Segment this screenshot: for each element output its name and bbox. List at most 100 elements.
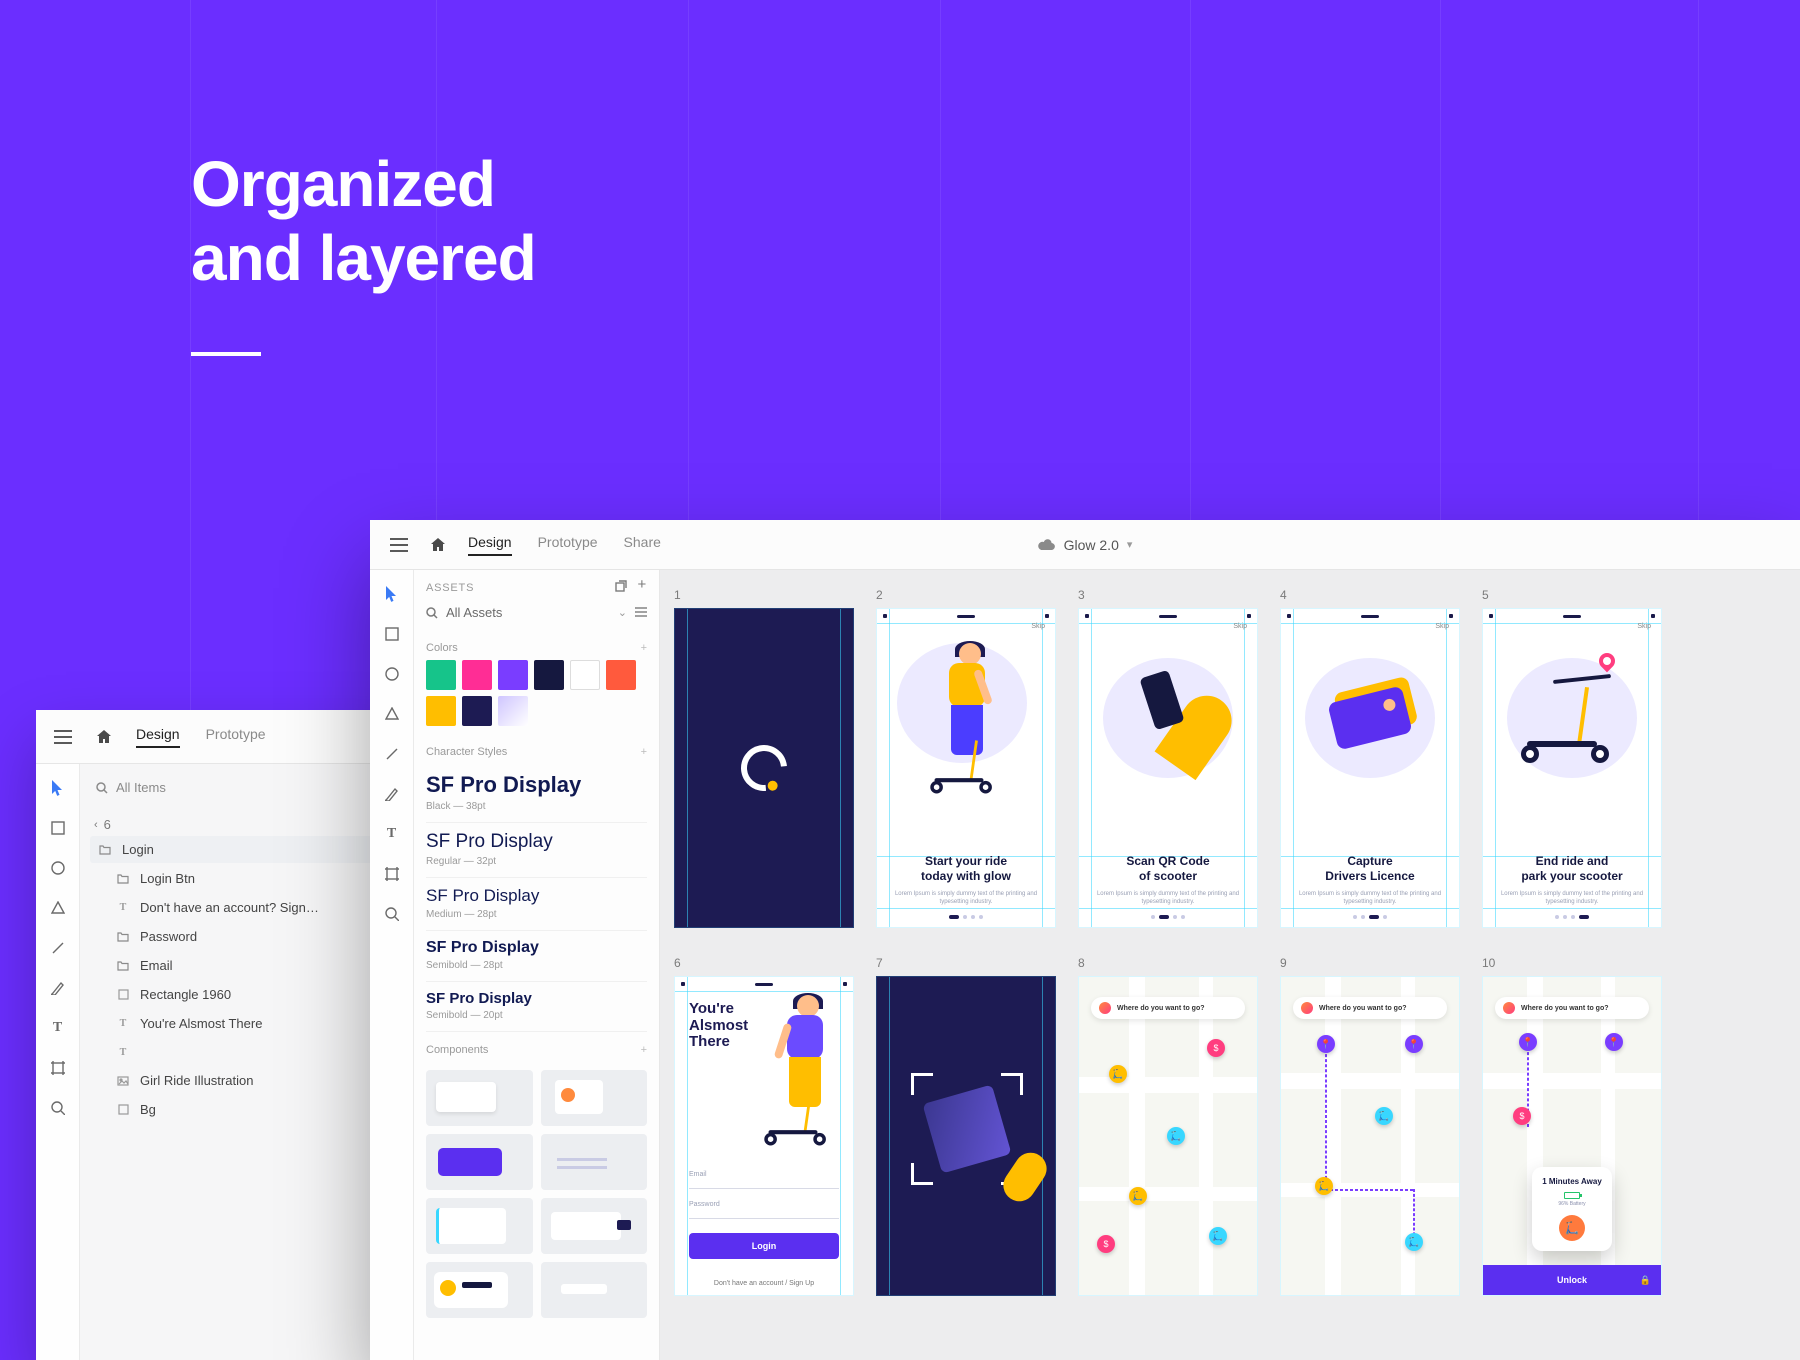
map-search[interactable]: Where do you want to go? [1091, 997, 1245, 1019]
layer-row[interactable]: Rectangle 1960 [90, 981, 406, 1008]
select-tool-icon[interactable] [48, 778, 68, 798]
artboard-onboarding[interactable]: Skip Capture Drivers Licence Lorem Ipsum… [1280, 608, 1460, 928]
home-icon[interactable] [430, 537, 446, 553]
tab-share[interactable]: Share [624, 534, 661, 556]
component-thumb[interactable] [541, 1198, 648, 1254]
zoom-tool-icon[interactable] [48, 1098, 68, 1118]
polygon-tool-icon[interactable] [382, 704, 402, 724]
layer-row[interactable]: Login [90, 836, 406, 863]
artboard-splash[interactable] [674, 608, 854, 928]
text-tool-icon[interactable]: T [382, 824, 402, 844]
skip-link[interactable]: Skip [1233, 623, 1247, 630]
polygon-tool-icon[interactable] [48, 898, 68, 918]
character-style[interactable]: SF Pro DisplayMedium — 28pt [426, 878, 647, 931]
tab-prototype[interactable]: Prototype [538, 534, 598, 556]
poi-icon[interactable]: 🛴 [1109, 1065, 1127, 1083]
component-thumb[interactable] [426, 1198, 533, 1254]
tab-prototype[interactable]: Prototype [206, 726, 266, 748]
rectangle-tool-icon[interactable] [382, 624, 402, 644]
artboard-tool-icon[interactable] [48, 1058, 68, 1078]
add-icon[interactable]: + [641, 642, 647, 654]
poi-icon[interactable]: 🛴 [1405, 1233, 1423, 1251]
artboard-login[interactable]: You're Alsmost There Email Password [674, 976, 854, 1296]
component-thumb[interactable] [541, 1134, 648, 1190]
color-swatch[interactable] [426, 696, 456, 726]
color-swatch[interactable] [534, 660, 564, 690]
skip-link[interactable]: Skip [1435, 623, 1449, 630]
poi-icon[interactable]: 🛴 [1129, 1187, 1147, 1205]
poi-icon[interactable]: 📍 [1405, 1035, 1423, 1053]
tab-design[interactable]: Design [136, 726, 180, 748]
layer-row[interactable]: Bg [90, 1096, 406, 1123]
artboard-map[interactable]: Where do you want to go? 📍 📍 🛴 🛴 🛴 [1280, 976, 1460, 1296]
list-view-icon[interactable] [635, 605, 647, 620]
poi-icon[interactable]: $ [1513, 1107, 1531, 1125]
popout-icon[interactable] [615, 580, 627, 595]
color-swatch[interactable] [606, 660, 636, 690]
artboard-qr[interactable] [876, 976, 1056, 1296]
poi-icon[interactable]: 📍 [1519, 1033, 1537, 1051]
character-style[interactable]: SF Pro DisplayBlack — 38pt [426, 764, 647, 823]
layers-breadcrumb[interactable]: ‹6 [90, 815, 406, 834]
password-field[interactable]: Password [689, 1201, 839, 1219]
rectangle-tool-icon[interactable] [48, 818, 68, 838]
component-thumb[interactable] [426, 1262, 533, 1318]
character-style[interactable]: SF Pro DisplaySemibold — 28pt [426, 931, 647, 982]
tab-design[interactable]: Design [468, 534, 512, 556]
line-tool-icon[interactable] [48, 938, 68, 958]
hamburger-icon[interactable] [390, 538, 408, 552]
component-thumb[interactable] [541, 1070, 648, 1126]
artboard-onboarding[interactable]: Skip Start your ride today with [876, 608, 1056, 928]
component-thumb[interactable] [426, 1070, 533, 1126]
character-style[interactable]: SF Pro DisplayRegular — 32pt [426, 823, 647, 878]
skip-link[interactable]: Skip [1637, 623, 1651, 630]
color-swatch[interactable] [462, 660, 492, 690]
document-title[interactable]: Glow 2.0 ▾ [1038, 537, 1133, 553]
artboard-onboarding[interactable]: Skip End ride and park your scooter Lore… [1482, 608, 1662, 928]
poi-icon[interactable]: 🛴 [1315, 1177, 1333, 1195]
poi-icon[interactable]: 🛴 [1375, 1107, 1393, 1125]
assets-search[interactable]: All Assets ⌄ [414, 601, 659, 630]
layer-row[interactable]: Password [90, 923, 406, 950]
zoom-tool-icon[interactable] [382, 904, 402, 924]
artboard-tool-icon[interactable] [382, 864, 402, 884]
layer-row[interactable]: Email [90, 952, 406, 979]
line-tool-icon[interactable] [382, 744, 402, 764]
pen-tool-icon[interactable] [382, 784, 402, 804]
component-thumb[interactable] [541, 1262, 648, 1318]
component-thumb[interactable] [426, 1134, 533, 1190]
character-style[interactable]: SF Pro DisplaySemibold — 20pt [426, 982, 647, 1032]
color-swatch[interactable] [462, 696, 492, 726]
layer-row[interactable]: T [90, 1039, 406, 1065]
add-icon[interactable]: + [641, 746, 647, 758]
add-icon[interactable]: + [637, 580, 647, 595]
color-swatch[interactable] [498, 660, 528, 690]
design-canvas[interactable]: 1 2 Skip [660, 570, 1800, 1360]
layer-row[interactable]: TDon't have an account? Sign… [90, 894, 406, 921]
map-search[interactable]: Where do you want to go? [1293, 997, 1447, 1019]
ellipse-tool-icon[interactable] [48, 858, 68, 878]
email-field[interactable]: Email [689, 1171, 839, 1189]
ellipse-tool-icon[interactable] [382, 664, 402, 684]
poi-icon[interactable]: 🛴 [1209, 1227, 1227, 1245]
add-icon[interactable]: + [641, 1044, 647, 1056]
poi-icon[interactable]: 🛴 [1167, 1127, 1185, 1145]
map-search[interactable]: Where do you want to go? [1495, 997, 1649, 1019]
login-button[interactable]: Login [689, 1233, 839, 1259]
color-swatch[interactable] [426, 660, 456, 690]
poi-icon[interactable]: $ [1207, 1039, 1225, 1057]
hamburger-icon[interactable] [54, 730, 72, 744]
poi-icon[interactable]: 📍 [1605, 1033, 1623, 1051]
unlock-button[interactable]: Unlock 🔒 [1483, 1265, 1661, 1295]
artboard-onboarding[interactable]: Skip Scan QR Code of scooter Lorem Ipsum… [1078, 608, 1258, 928]
layer-row[interactable]: TYou're Alsmost There [90, 1010, 406, 1037]
poi-icon[interactable]: $ [1097, 1235, 1115, 1253]
text-tool-icon[interactable]: T [48, 1018, 68, 1038]
layer-row[interactable]: Login Btn [90, 865, 406, 892]
artboard-map[interactable]: Where do you want to go? $ 🛴 🛴 🛴 🛴 $ [1078, 976, 1258, 1296]
layers-search[interactable]: All Items [90, 776, 406, 799]
pen-tool-icon[interactable] [48, 978, 68, 998]
artboard-map[interactable]: Where do you want to go? 📍 📍 $ 1 Minutes… [1482, 976, 1662, 1296]
poi-icon[interactable]: 📍 [1317, 1035, 1335, 1053]
skip-link[interactable]: Skip [1031, 623, 1045, 630]
